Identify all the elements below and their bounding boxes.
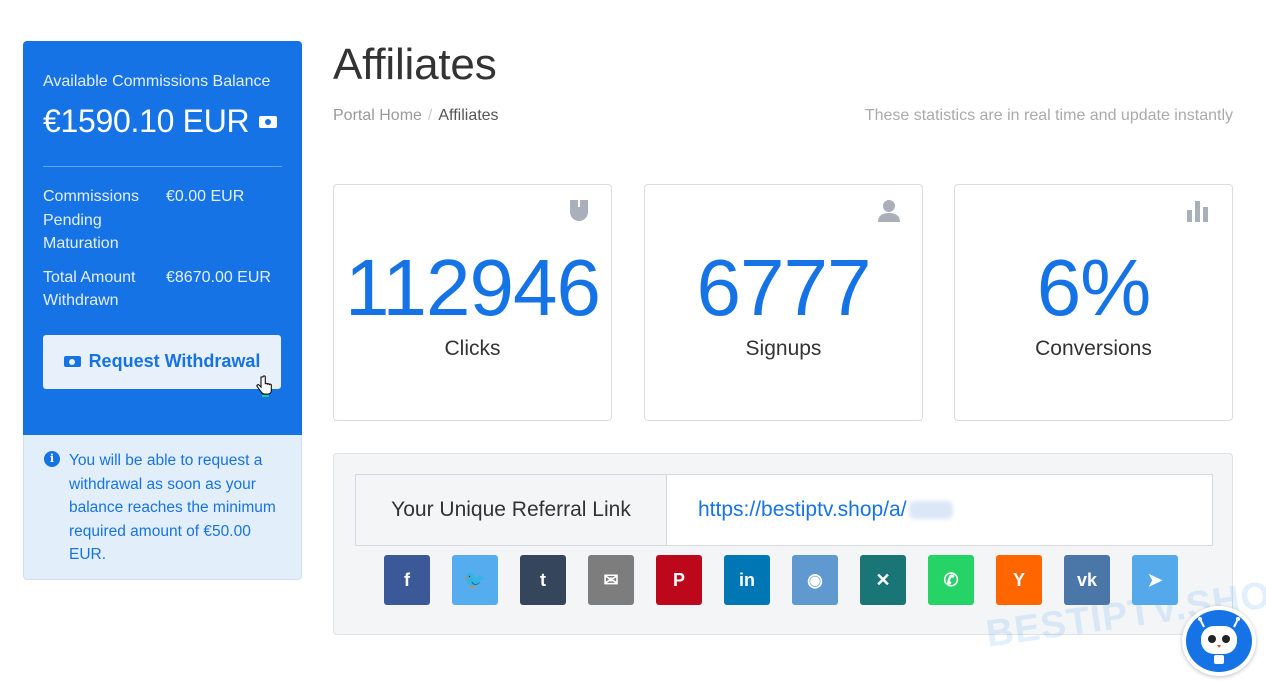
whatsapp-icon: ✆ <box>943 569 959 590</box>
pending-commissions-label: Commissions Pending Maturation <box>43 188 140 252</box>
referral-link-row: Your Unique Referral Link https://bestip… <box>355 474 1213 546</box>
money-icon <box>63 356 81 367</box>
linkedin-icon: in <box>739 569 755 590</box>
user-icon <box>878 200 900 222</box>
tumblr-icon: t <box>540 569 546 590</box>
balance-amount-value: €1590.10 EUR <box>43 103 250 139</box>
email-icon: ✉ <box>603 569 619 590</box>
divider <box>43 166 282 167</box>
page-title: Affiliates <box>333 40 497 89</box>
breadcrumb-portal-home[interactable]: Portal Home <box>333 107 422 125</box>
request-withdrawal-button[interactable]: Request Withdrawal <box>43 334 281 397</box>
vk-icon: vk <box>1076 569 1098 590</box>
clicks-card: 112946 Clicks <box>333 184 612 421</box>
share-hackernews-button[interactable]: Y <box>996 555 1042 605</box>
breadcrumb-separator: / <box>427 107 433 124</box>
total-withdrawn-row: Total Amount Withdrawn €8670.00 EUR <box>43 266 282 313</box>
breadcrumb: Portal Home / Affiliates <box>333 107 499 125</box>
breadcrumb-affiliates: Affiliates <box>438 107 499 124</box>
conversions-card: 6% Conversions <box>954 184 1233 421</box>
balance-amount: €1590.10 EUR <box>43 103 282 140</box>
share-xing-button[interactable]: ✕ <box>860 555 906 605</box>
withdrawal-info-text: You will be able to request a withdrawal… <box>69 452 276 563</box>
share-tumblr-button[interactable]: t <box>520 555 566 605</box>
conversions-value: 6% <box>1036 243 1152 332</box>
pending-commissions-row: Commissions Pending Maturation €0.00 EUR <box>43 185 282 256</box>
withdrawal-info-box: i You will be able to request a withdraw… <box>23 435 302 580</box>
pending-commissions-value: €0.00 EUR <box>166 188 245 205</box>
pinterest-icon: P <box>672 569 685 590</box>
share-pinterest-button[interactable]: P <box>656 555 702 605</box>
total-withdrawn-value: €8670.00 EUR <box>166 268 271 286</box>
bar-chart-icon <box>1187 201 1208 222</box>
total-withdrawn-label: Total Amount Withdrawn <box>43 268 136 310</box>
share-buttons: f 🐦 t ✉ Pin ◉ ✕ ✆ Yvk ➤ <box>384 555 1178 605</box>
money-icon <box>259 115 278 128</box>
telegram-icon: ➤ <box>1147 569 1163 590</box>
share-twitter-button[interactable]: 🐦 <box>452 555 498 605</box>
request-withdrawal-label: Request Withdrawal <box>88 351 261 371</box>
balance-card: Available Commissions Balance €1590.10 E… <box>23 41 302 435</box>
info-icon: i <box>44 451 60 467</box>
referral-link[interactable]: https://bestiptv.shop/a/ <box>667 475 1212 545</box>
clicks-label: Clicks <box>444 337 501 360</box>
facebook-icon: f <box>404 569 410 590</box>
referral-link-url[interactable]: https://bestiptv.shop/a/ <box>698 498 907 522</box>
conversions-label: Conversions <box>1035 337 1152 360</box>
signups-label: Signups <box>745 337 822 360</box>
share-linkedin-button[interactable]: in <box>724 555 770 605</box>
mouse-icon <box>570 200 588 221</box>
share-reddit-button[interactable]: ◉ <box>792 555 838 605</box>
referral-link-label: Your Unique Referral Link <box>356 475 667 545</box>
signups-card: 6777 Signups <box>644 184 923 421</box>
twitter-icon: 🐦 <box>463 569 487 590</box>
share-whatsapp-button[interactable]: ✆ <box>928 555 974 605</box>
chat-bot-button[interactable] <box>1182 606 1256 676</box>
reddit-icon: ◉ <box>807 569 823 590</box>
clicks-value: 112946 <box>344 243 601 332</box>
share-email-button[interactable]: ✉ <box>588 555 634 605</box>
realtime-note: These statistics are in real time and up… <box>864 107 1233 124</box>
redacted-referral-id <box>908 501 953 519</box>
hand-cursor-icon <box>256 374 272 397</box>
share-facebook-button[interactable]: f <box>384 555 430 605</box>
hackernews-icon: Y <box>1012 569 1025 590</box>
balance-label: Available Commissions Balance <box>43 73 271 90</box>
commissions-sidebar: Available Commissions Balance €1590.10 E… <box>23 41 302 580</box>
signups-value: 6777 <box>696 243 872 332</box>
robot-icon <box>1198 617 1240 664</box>
xing-icon: ✕ <box>875 569 891 590</box>
